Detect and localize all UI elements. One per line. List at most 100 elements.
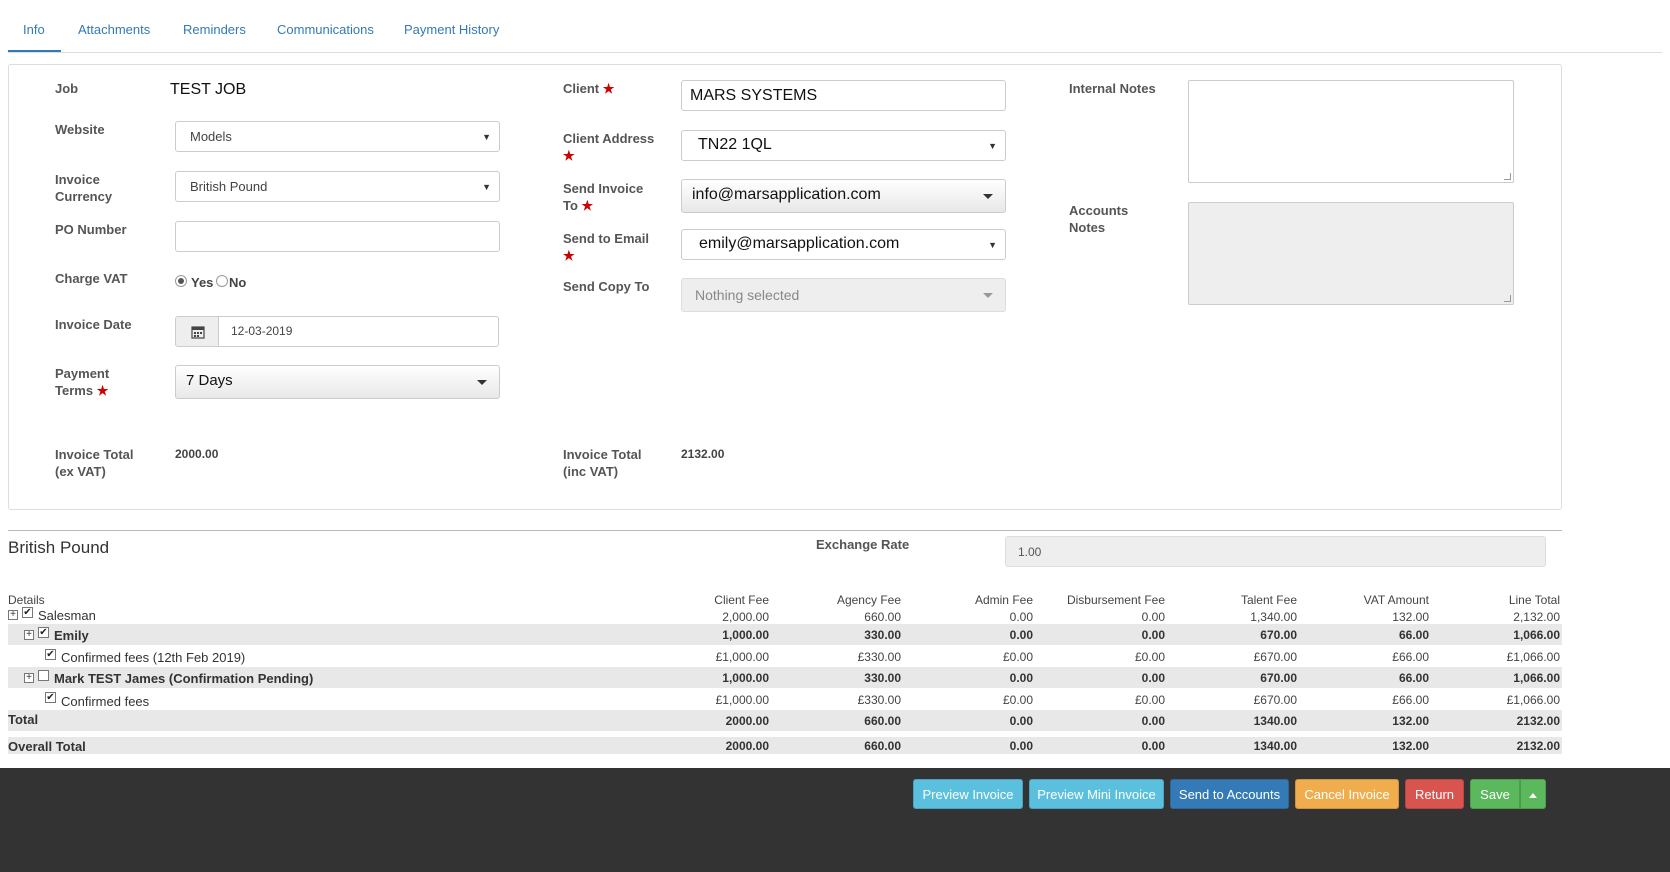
cell-disbursement-fee: 0.00 [1141, 714, 1165, 728]
cell-client-fee: 2000.00 [725, 739, 769, 753]
cell-talent-fee: 670.00 [1260, 628, 1297, 642]
vat-yes-radio[interactable] [175, 275, 187, 287]
send-copy-to-value: Nothing selected [695, 287, 800, 303]
resize-grip-icon[interactable] [1504, 173, 1511, 180]
cell-agency-fee: 330.00 [864, 671, 901, 685]
row-label: Confirmed fees [61, 694, 150, 709]
chevron-down-icon: ▼ [988, 141, 997, 151]
charge-vat-label: Charge VAT [55, 271, 128, 286]
invoice-date-input[interactable]: 12-03-2019 [218, 316, 499, 347]
resize-grip-icon[interactable] [1504, 295, 1511, 302]
client-label: Client ★ [563, 80, 614, 97]
client-input[interactable]: MARS SYSTEMS [681, 80, 1006, 111]
expand-icon[interactable]: + [24, 673, 34, 683]
invoice-date-value: 12-03-2019 [231, 324, 293, 338]
chevron-down-icon: ▼ [482, 132, 491, 142]
client-address-value: TN22 1QL [698, 136, 772, 153]
cell-agency-fee: 330.00 [864, 628, 901, 642]
send-invoice-to-text: Send Invoice To [563, 181, 644, 213]
currency-section-title: British Pound [8, 538, 110, 557]
website-select[interactable]: Models ▼ [175, 121, 500, 152]
send-invoice-to-select[interactable]: info@marsapplication.com [681, 179, 1006, 213]
caret-down-icon [983, 194, 993, 199]
cell-vat-amount: 132.00 [1392, 714, 1429, 728]
chevron-down-icon: ▼ [482, 182, 491, 192]
accounts-notes-textarea[interactable] [1188, 202, 1514, 305]
payment-terms-select[interactable]: 7 Days [175, 365, 500, 399]
tabs-divider [8, 52, 1662, 53]
send-to-email-select[interactable]: emily@marsapplication.com ▼ [681, 229, 1006, 260]
cell-agency-fee: 660.00 [864, 739, 901, 753]
table-row: + ✔ Emily 1,000.00 330.00 0.00 0.00 670.… [8, 624, 1562, 645]
internal-notes-label: Internal Notes [1069, 81, 1156, 96]
cell-disbursement-fee: £0.00 [1134, 693, 1165, 707]
table-row: + Mark TEST James (Confirmation Pending)… [8, 667, 1562, 688]
calendar-button[interactable] [175, 316, 219, 347]
cell-agency-fee: £330.00 [857, 650, 901, 664]
accounts-notes-label: Accounts Notes [1069, 203, 1129, 235]
send-to-email-text: Send to Email [563, 231, 649, 246]
checkbox-emily[interactable]: ✔ [38, 627, 49, 638]
tab-attachments[interactable]: Attachments [78, 22, 150, 37]
job-label: Job [55, 81, 79, 96]
cell-client-fee: 1,000.00 [722, 628, 769, 642]
po-number-label: PO Number [55, 222, 127, 237]
invoice-total-inc-label: Invoice Total (inc VAT) [563, 447, 642, 479]
preview-invoice-button[interactable]: Preview Invoice [913, 779, 1023, 809]
expand-icon[interactable]: + [24, 630, 34, 640]
cell-talent-fee: 1340.00 [1253, 714, 1297, 728]
cell-disbursement-fee: 0.00 [1141, 628, 1165, 642]
cell-disbursement-fee: £0.00 [1134, 650, 1165, 664]
table-row: ✔ Confirmed fees £1,000.00 £330.00 £0.00… [8, 689, 1562, 710]
chevron-down-icon: ▼ [988, 240, 997, 250]
send-copy-to-select[interactable]: Nothing selected [681, 278, 1006, 312]
checkbox-mark[interactable] [38, 670, 49, 681]
row-label: Emily [54, 628, 89, 643]
vat-no-radio[interactable] [216, 275, 228, 287]
vat-no-label: No [229, 275, 247, 290]
save-options-button[interactable] [1520, 779, 1546, 809]
caret-up-icon [1529, 793, 1537, 799]
required-star-icon: ★ [563, 248, 575, 263]
caret-down-icon [983, 293, 993, 298]
client-address-select[interactable]: TN22 1QL ▼ [681, 130, 1006, 161]
client-label-text: Client [563, 81, 600, 96]
vat-yes-label: Yes [191, 275, 214, 290]
required-star-icon: ★ [563, 148, 575, 163]
checkbox-confirmed-fees[interactable]: ✔ [45, 692, 56, 703]
save-button[interactable]: Save [1470, 779, 1520, 809]
cell-vat-amount: £66.00 [1392, 693, 1429, 707]
checkbox-confirmed-fees[interactable]: ✔ [45, 649, 56, 660]
payment-terms-label: Payment Terms ★ [55, 365, 125, 399]
tab-payment-history[interactable]: Payment History [404, 22, 499, 37]
expand-icon[interactable]: + [8, 610, 18, 620]
tab-info[interactable]: Info [23, 22, 45, 37]
cell-admin-fee: 0.00 [1009, 628, 1033, 642]
invoice-total-ex-label: Invoice Total (ex VAT) [55, 447, 134, 479]
cell-client-fee: £1,000.00 [715, 650, 769, 664]
tab-communications[interactable]: Communications [277, 22, 374, 37]
send-copy-to-label: Send Copy To [563, 279, 650, 294]
cell-vat-amount: 66.00 [1398, 628, 1429, 642]
checkbox-salesman[interactable]: ✔ [22, 607, 33, 618]
cell-admin-fee: 0.00 [1009, 714, 1033, 728]
cancel-invoice-button[interactable]: Cancel Invoice [1295, 779, 1399, 809]
currency-select[interactable]: British Pound ▼ [175, 171, 500, 202]
cell-talent-fee: 1340.00 [1253, 739, 1297, 753]
cell-talent-fee: 670.00 [1260, 671, 1297, 685]
tab-reminders[interactable]: Reminders [183, 22, 246, 37]
cell-line-total: £1,066.00 [1506, 693, 1560, 707]
internal-notes-textarea[interactable] [1188, 80, 1514, 183]
cell-vat-amount: £66.00 [1392, 650, 1429, 664]
send-to-accounts-button[interactable]: Send to Accounts [1170, 779, 1289, 809]
return-button[interactable]: Return [1405, 779, 1464, 809]
client-address-text: Client Address [563, 131, 655, 146]
required-star-icon: ★ [96, 383, 109, 398]
po-number-input[interactable] [175, 221, 500, 252]
row-label: Confirmed fees (12th Feb 2019) [61, 650, 246, 665]
cell-line-total: 2132.00 [1516, 714, 1560, 728]
exchange-rate-input[interactable]: 1.00 [1005, 536, 1546, 567]
currency-value: British Pound [190, 179, 268, 194]
invoice-total-ex-value: 2000.00 [175, 447, 219, 461]
preview-mini-invoice-button[interactable]: Preview Mini Invoice [1029, 779, 1164, 809]
